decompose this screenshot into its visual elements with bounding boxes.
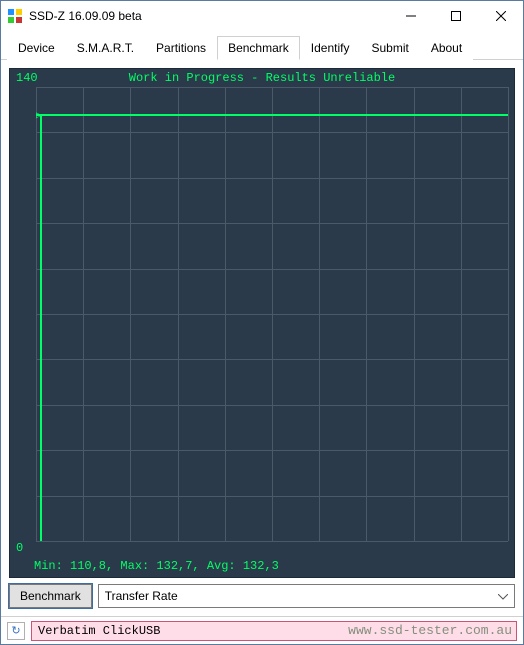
tab-benchmark[interactable]: Benchmark: [217, 36, 300, 60]
tab-submit[interactable]: Submit: [360, 36, 419, 60]
tab-identify[interactable]: Identify: [300, 36, 361, 60]
y-axis-min: 0: [16, 541, 23, 555]
tab-partitions[interactable]: Partitions: [145, 36, 217, 60]
mode-dropdown-value: Transfer Rate: [105, 589, 178, 603]
benchmark-button[interactable]: Benchmark: [9, 584, 92, 608]
window-title: SSD-Z 16.09.09 beta: [29, 9, 388, 23]
chevron-down-icon: [498, 589, 508, 603]
device-name-text: Verbatim ClickUSB: [38, 624, 160, 638]
minimize-button[interactable]: [388, 1, 433, 31]
tab-smart[interactable]: S.M.A.R.T.: [66, 36, 145, 60]
tab-about[interactable]: About: [420, 36, 473, 60]
tab-device[interactable]: Device: [7, 36, 66, 60]
chart-title: Work in Progress - Results Unreliable: [10, 71, 514, 85]
titlebar: SSD-Z 16.09.09 beta: [1, 1, 523, 31]
mode-dropdown[interactable]: Transfer Rate: [98, 584, 515, 608]
chart-stats: Min: 110,8, Max: 132,7, Avg: 132,3: [34, 559, 279, 573]
chart-data-line: [36, 114, 508, 116]
benchmark-chart: 140 Work in Progress - Results Unreliabl…: [9, 68, 515, 578]
benchmark-panel: 140 Work in Progress - Results Unreliabl…: [1, 60, 523, 616]
refresh-icon[interactable]: ↻: [7, 622, 25, 640]
benchmark-controls: Benchmark Transfer Rate: [9, 584, 515, 608]
device-name-field[interactable]: Verbatim ClickUSB www.ssd-tester.com.au: [31, 621, 517, 641]
close-button[interactable]: [478, 1, 523, 31]
maximize-button[interactable]: [433, 1, 478, 31]
app-icon: [7, 8, 23, 24]
watermark-text: www.ssd-tester.com.au: [348, 623, 512, 638]
statusbar: ↻ Verbatim ClickUSB www.ssd-tester.com.a…: [1, 616, 523, 644]
tabstrip: Device S.M.A.R.T. Partitions Benchmark I…: [1, 31, 523, 60]
chart-grid: ▷: [36, 87, 508, 541]
chart-data-initial-spike: [40, 114, 42, 541]
window-controls: [388, 1, 523, 31]
